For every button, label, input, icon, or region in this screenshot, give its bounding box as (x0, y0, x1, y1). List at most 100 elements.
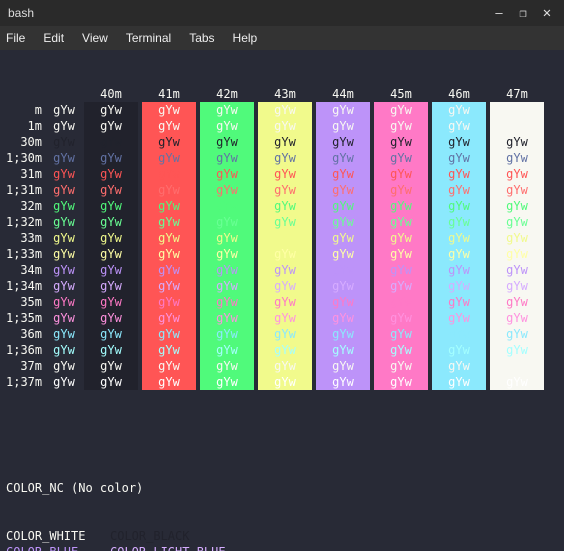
sample-cell: gYw (490, 214, 544, 230)
fg-label: 35m (6, 294, 44, 310)
sample-cell: gYw (432, 198, 486, 214)
sample-cell: gYw (84, 182, 138, 198)
sample-cell: gYw (142, 150, 196, 166)
menu-terminal[interactable]: Terminal (126, 31, 171, 45)
sample-plain: gYw (48, 214, 80, 230)
minimize-button[interactable]: — (490, 4, 508, 22)
sample-cell: gYw (84, 198, 138, 214)
sample-cell: gYw (374, 198, 428, 214)
sample-cell: gYw (316, 326, 370, 342)
sample-cell: gYw (316, 262, 370, 278)
sample-cell: gYw (432, 150, 486, 166)
sample-cell: gYw (490, 166, 544, 182)
sample-cell: gYw (490, 102, 544, 118)
menu-edit[interactable]: Edit (43, 31, 64, 45)
sample-cell: gYw (84, 134, 138, 150)
sample-plain: gYw (48, 374, 80, 390)
bg-header: 47m (490, 86, 544, 102)
grid-row: 1;34mgYwgYwgYwgYwgYwgYwgYwgYwgYw (6, 278, 558, 294)
color-key: COLOR_BLUE (6, 544, 110, 551)
sample-cell: gYw (84, 102, 138, 118)
fg-label: 31m (6, 166, 44, 182)
sample-cell: gYw (432, 230, 486, 246)
menu-file[interactable]: File (6, 31, 25, 45)
sample-cell: gYw (316, 134, 370, 150)
grid-row: 1mgYwgYwgYwgYwgYwgYwgYwgYwgYw (6, 118, 558, 134)
grid-row: 33mgYwgYwgYwgYwgYwgYwgYwgYwgYw (6, 230, 558, 246)
sample-cell: gYw (258, 358, 312, 374)
sample-cell: gYw (258, 214, 312, 230)
sample-cell: gYw (316, 374, 370, 390)
sample-cell: gYw (200, 198, 254, 214)
maximize-button[interactable]: ❐ (514, 4, 532, 22)
sample-plain: gYw (48, 118, 80, 134)
sample-cell: gYw (258, 278, 312, 294)
sample-cell: gYw (200, 214, 254, 230)
sample-cell: gYw (316, 278, 370, 294)
sample-cell: gYw (142, 134, 196, 150)
sample-cell: gYw (316, 166, 370, 182)
sample-cell: gYw (258, 150, 312, 166)
sample-cell: gYw (142, 230, 196, 246)
sample-cell: gYw (490, 134, 544, 150)
sample-cell: gYw (432, 182, 486, 198)
sample-cell: gYw (258, 342, 312, 358)
sample-cell: gYw (258, 118, 312, 134)
terminal-viewport[interactable]: xx40m41m42m43m44m45m46m47mmgYwgYwgYwgYwg… (0, 50, 564, 551)
sample-cell: gYw (142, 342, 196, 358)
sample-cell: gYw (432, 118, 486, 134)
sample-cell: gYw (374, 118, 428, 134)
sample-cell: gYw (84, 118, 138, 134)
color-value: COLOR_LIGHT_BLUE (110, 544, 226, 551)
sample-cell: gYw (84, 310, 138, 326)
sample-cell: gYw (200, 374, 254, 390)
sample-cell: gYw (142, 182, 196, 198)
sample-cell: gYw (200, 326, 254, 342)
sample-cell: gYw (200, 230, 254, 246)
sample-cell: gYw (432, 310, 486, 326)
sample-cell: gYw (374, 230, 428, 246)
fg-label: 1;30m (6, 150, 44, 166)
sample-cell: gYw (258, 310, 312, 326)
menubar: File Edit View Terminal Tabs Help (0, 26, 564, 50)
fg-label: 36m (6, 326, 44, 342)
grid-row: 1;31mgYwgYwgYwgYwgYwgYwgYwgYwgYw (6, 182, 558, 198)
bg-header: 43m (258, 86, 312, 102)
sample-cell: gYw (316, 342, 370, 358)
fg-label: 1;33m (6, 246, 44, 262)
sample-cell: gYw (84, 262, 138, 278)
sample-cell: gYw (316, 118, 370, 134)
bg-header: 42m (200, 86, 254, 102)
sample-cell: gYw (84, 294, 138, 310)
sample-cell: gYw (200, 182, 254, 198)
sample-cell: gYw (142, 198, 196, 214)
sample-cell: gYw (432, 342, 486, 358)
grid-row: 1;36mgYwgYwgYwgYwgYwgYwgYwgYwgYw (6, 342, 558, 358)
close-button[interactable]: ✕ (538, 4, 556, 22)
sample-cell: gYw (84, 374, 138, 390)
fg-label: 1;34m (6, 278, 44, 294)
sample-plain: gYw (48, 230, 80, 246)
sample-cell: gYw (432, 102, 486, 118)
sample-cell: gYw (316, 310, 370, 326)
sample-cell: gYw (258, 262, 312, 278)
sample-cell: gYw (258, 182, 312, 198)
menu-help[interactable]: Help (233, 31, 258, 45)
sample-cell: gYw (432, 166, 486, 182)
bg-header: 44m (316, 86, 370, 102)
sample-cell: gYw (84, 246, 138, 262)
sample-cell: gYw (490, 374, 544, 390)
sample-cell: gYw (316, 150, 370, 166)
sample-cell: gYw (490, 150, 544, 166)
sample-cell: gYw (84, 150, 138, 166)
sample-cell: gYw (374, 246, 428, 262)
sample-cell: gYw (84, 358, 138, 374)
sample-cell: gYw (258, 166, 312, 182)
sample-plain: gYw (48, 182, 80, 198)
sample-cell: gYw (316, 102, 370, 118)
sample-cell: gYw (490, 358, 544, 374)
sample-cell: gYw (432, 262, 486, 278)
sample-cell: gYw (374, 166, 428, 182)
menu-view[interactable]: View (82, 31, 108, 45)
menu-tabs[interactable]: Tabs (189, 31, 214, 45)
